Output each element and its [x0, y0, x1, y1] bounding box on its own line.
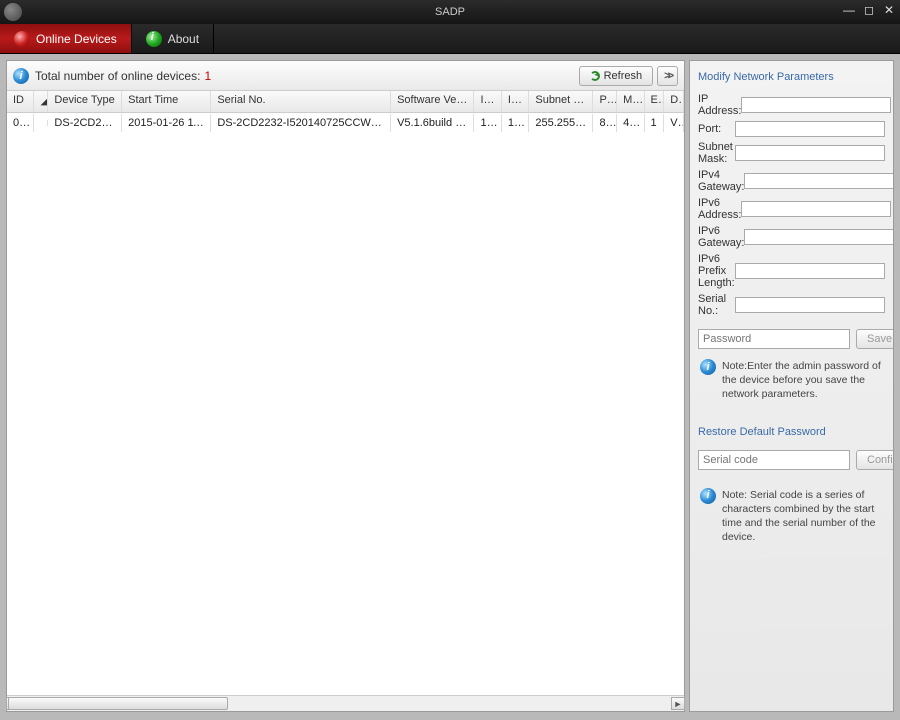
col-serial[interactable]: Serial No.: [211, 91, 391, 112]
cell-encoder: 1: [645, 114, 665, 132]
cell-serial: DS-2CD2232-I520140725CCWR473470055: [211, 114, 391, 132]
scroll-thumb[interactable]: [8, 697, 228, 710]
col-dsp[interactable]: D: [664, 91, 684, 112]
ipv4-gateway-input[interactable]: [744, 173, 894, 189]
ipv6-address-input[interactable]: [741, 201, 891, 217]
ipv6-prefix-input[interactable]: [735, 263, 885, 279]
refresh-label: Refresh: [604, 70, 643, 82]
col-ipv4-address[interactable]: IPv4 A: [502, 91, 529, 112]
save-note: Note:Enter the admin password of the dev…: [722, 359, 883, 402]
tab-label: About: [168, 32, 199, 46]
label-mask: Subnet Mask:: [698, 141, 735, 165]
table-body: 001 DS-2CD2232-I5 2015-01-26 11:06:04 DS…: [7, 113, 684, 695]
cell-blank: [34, 120, 48, 126]
horizontal-scrollbar[interactable]: ◄ ►: [7, 695, 684, 711]
port-input[interactable]: [735, 121, 885, 137]
window-title: SADP: [0, 6, 900, 18]
col-device-type[interactable]: Device Type: [48, 91, 122, 112]
ip-address-input[interactable]: [741, 97, 891, 113]
label-plen: IPv6 Prefix Length:: [698, 253, 735, 289]
device-list-panel: i Total number of online devices: 1 Refr…: [6, 60, 685, 712]
title-bar: SADP — ◻ ✕: [0, 0, 900, 24]
restore-password-heading: Restore Default Password: [698, 426, 885, 438]
cell-software: V5.1.6build 140412: [391, 114, 474, 132]
col-sort[interactable]: ◢: [34, 91, 48, 112]
label-ip6: IPv6 Address:: [698, 197, 741, 221]
col-software[interactable]: Software Version: [391, 91, 474, 112]
password-input[interactable]: [698, 329, 850, 349]
cell-start-time: 2015-01-26 11:06:04: [122, 114, 211, 132]
label-serial: Serial No.:: [698, 293, 735, 317]
col-subnet-mask[interactable]: Subnet Mask: [529, 91, 593, 112]
total-devices-label: Total number of online devices:: [35, 69, 200, 83]
cell-ip: 10....: [502, 114, 529, 132]
restore-note: Note: Serial code is a series of charact…: [722, 488, 883, 545]
refresh-icon: [590, 71, 600, 81]
cell-device-type: DS-2CD2232-I5: [48, 114, 122, 132]
label-ip: IP Address:: [698, 93, 741, 117]
col-port[interactable]: Port: [593, 91, 617, 112]
cell-dsp: V5: [664, 114, 684, 132]
col-start-time[interactable]: Start Time: [122, 91, 211, 112]
panel-heading: Modify Network Parameters: [698, 71, 885, 83]
info-icon: i: [700, 359, 716, 375]
refresh-button[interactable]: Refresh: [579, 66, 654, 86]
save-label: Save: [867, 333, 892, 345]
serial-no-input[interactable]: [735, 297, 885, 313]
col-mac[interactable]: MAC A: [617, 91, 644, 112]
col-id[interactable]: ID: [7, 91, 34, 112]
label-gw6: IPv6 Gateway:: [698, 225, 744, 249]
col-ipv4-gateway[interactable]: IPv4 G: [474, 91, 501, 112]
confirm-button[interactable]: Confirm: [856, 450, 894, 470]
info-icon: i: [700, 488, 716, 504]
close-button[interactable]: ✕: [882, 3, 896, 17]
cell-mask: 255.255.255.0: [529, 114, 593, 132]
scroll-right-arrow-icon[interactable]: ►: [671, 697, 685, 710]
app-logo-icon: [4, 3, 22, 21]
save-button[interactable]: Save: [856, 329, 894, 349]
network-parameters-panel: Modify Network Parameters IP Address: Po…: [689, 60, 894, 712]
total-devices-count: 1: [204, 69, 211, 83]
label-gw4: IPv4 Gateway:: [698, 169, 744, 193]
devices-icon: [14, 31, 30, 47]
chevron-right-icon: >>: [664, 70, 671, 82]
minimize-button[interactable]: —: [842, 3, 856, 17]
serial-code-input[interactable]: [698, 450, 850, 470]
info-icon: i: [13, 68, 29, 84]
cell-mac: 44....: [617, 114, 644, 132]
ipv6-gateway-input[interactable]: [744, 229, 894, 245]
maximize-button[interactable]: ◻: [862, 3, 876, 17]
tab-label: Online Devices: [36, 32, 117, 46]
table-row[interactable]: 001 DS-2CD2232-I5 2015-01-26 11:06:04 DS…: [7, 113, 684, 133]
subnet-mask-input[interactable]: [735, 145, 885, 161]
tab-bar: Online Devices About: [0, 24, 900, 54]
table-header: ID ◢ Device Type Start Time Serial No. S…: [7, 91, 684, 113]
expand-button[interactable]: >>: [657, 66, 678, 86]
toolbar: i Total number of online devices: 1 Refr…: [7, 61, 684, 91]
label-port: Port:: [698, 123, 735, 135]
cell-gateway: 10....: [474, 114, 501, 132]
about-icon: [146, 31, 162, 47]
col-encoder[interactable]: Encod: [645, 91, 665, 112]
tab-online-devices[interactable]: Online Devices: [0, 24, 132, 53]
confirm-label: Confirm: [867, 454, 894, 466]
tab-about[interactable]: About: [132, 24, 214, 53]
cell-port: 80...: [593, 114, 617, 132]
cell-id: 001: [7, 114, 34, 132]
